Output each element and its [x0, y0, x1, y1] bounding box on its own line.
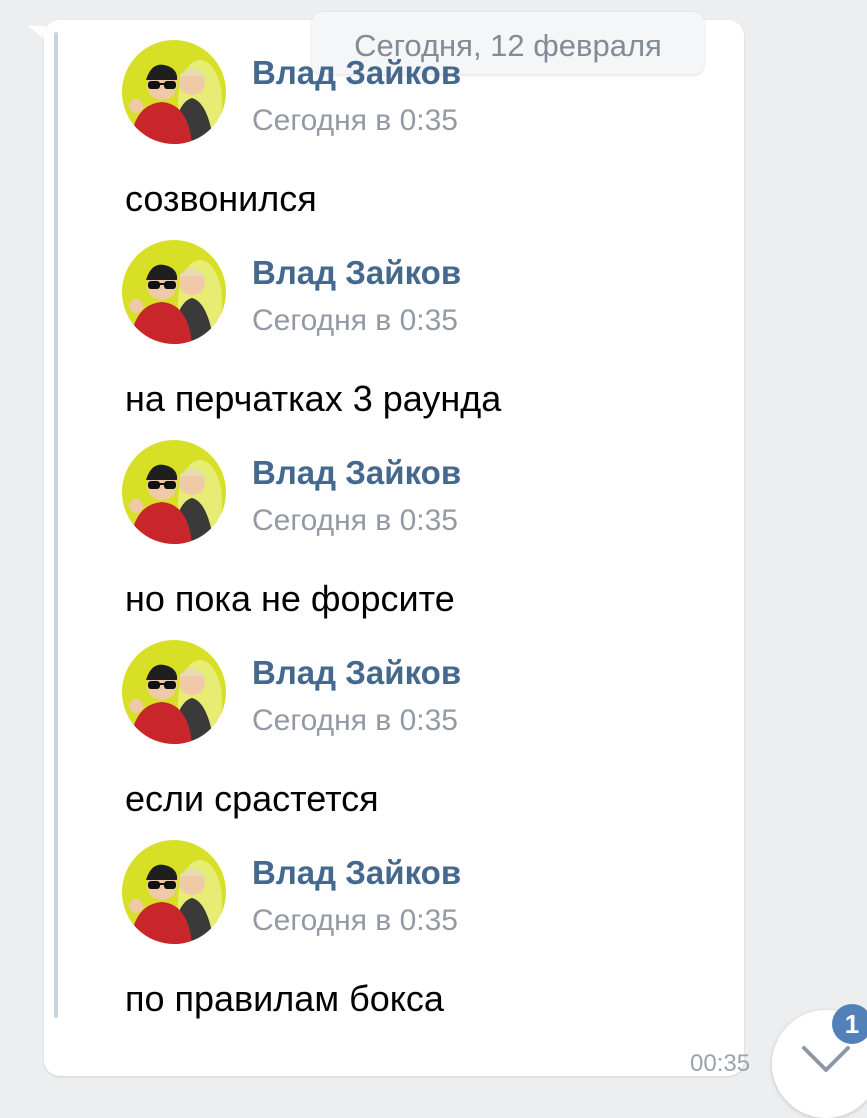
message-text: по правилам бокса — [125, 978, 444, 1019]
bubble-timestamp: 00:35 — [690, 1050, 751, 1077]
forward-indicator-line — [54, 32, 58, 1018]
message-time: Сегодня в 0:35 — [252, 704, 458, 737]
message-text: но пока не форсите — [125, 578, 455, 619]
author-name[interactable]: Влад Зайков — [252, 54, 461, 92]
chevron-down-icon — [802, 1046, 850, 1072]
message-text: если срастется — [125, 778, 379, 819]
author-name[interactable]: Влад Зайков — [252, 454, 461, 492]
message-time: Сегодня в 0:35 — [252, 504, 458, 537]
avatar[interactable] — [122, 440, 226, 544]
message-text: на перчатках 3 раунда — [125, 378, 502, 419]
message-time: Сегодня в 0:35 — [252, 904, 458, 937]
author-name[interactable]: Влад Зайков — [252, 854, 461, 892]
unread-count-badge: 1 — [832, 1004, 867, 1044]
message-bubble[interactable]: Сегодня, 12 февраля Влад Зайков Сегодня … — [44, 12, 750, 1077]
avatar[interactable] — [122, 240, 226, 344]
author-name[interactable]: Влад Зайков — [252, 254, 461, 292]
avatar[interactable] — [122, 40, 226, 144]
message-time: Сегодня в 0:35 — [252, 304, 458, 337]
author-name[interactable]: Влад Зайков — [252, 654, 461, 692]
message-time: Сегодня в 0:35 — [252, 104, 458, 137]
message-text: созвонился — [125, 178, 317, 219]
avatar[interactable] — [122, 840, 226, 944]
avatar[interactable] — [122, 640, 226, 744]
